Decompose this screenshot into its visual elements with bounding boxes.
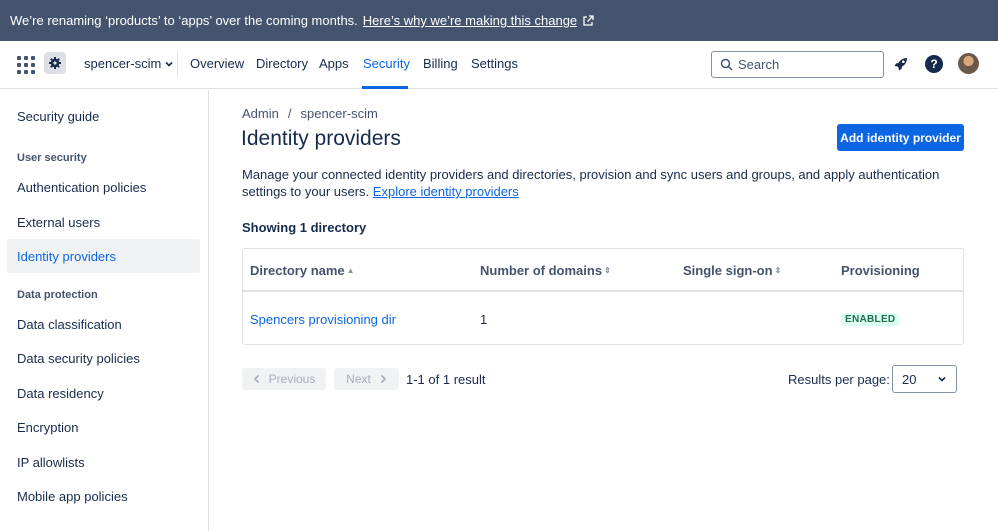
column-header-directory-name[interactable]: Directory name ▲ xyxy=(250,263,355,278)
chevron-left-icon xyxy=(253,374,259,384)
main-content: Admin / spencer-scim Identity providers … xyxy=(210,90,998,531)
sidebar-item-data-security-policies[interactable]: Data security policies xyxy=(7,341,200,375)
breadcrumb-org[interactable]: spencer-scim xyxy=(300,106,377,121)
sidebar-item-data-classification[interactable]: Data classification xyxy=(7,307,200,341)
sidebar-heading-data-protection: Data protection xyxy=(17,289,98,301)
description-text: Manage your connected identity providers… xyxy=(242,167,940,199)
column-header-provisioning: Provisioning xyxy=(841,263,920,278)
search-box[interactable] xyxy=(711,51,884,78)
result-count-heading: Showing 1 directory xyxy=(242,220,367,235)
search-icon xyxy=(720,58,733,71)
sidebar-item-security-guide[interactable]: Security guide xyxy=(7,99,200,133)
next-label: Next xyxy=(346,372,371,386)
explore-identity-providers-link[interactable]: Explore identity providers xyxy=(373,184,519,199)
column-header-single-sign-on[interactable]: Single sign-on ⇕ xyxy=(683,263,781,278)
breadcrumb-admin[interactable]: Admin xyxy=(242,106,279,121)
sidebar-item-authentication-policies[interactable]: Authentication policies xyxy=(7,170,200,204)
column-header-label: Number of domains xyxy=(480,263,603,278)
app-switcher-icon[interactable] xyxy=(17,56,35,74)
results-per-page-label: Results per page: xyxy=(788,372,890,387)
status-badge: ENABLED xyxy=(841,313,900,326)
search-input[interactable] xyxy=(738,57,868,72)
add-identity-provider-button[interactable]: Add identity provider xyxy=(837,124,964,151)
column-header-number-of-domains[interactable]: Number of domains ⇕ xyxy=(480,263,611,278)
sidebar-item-identity-providers[interactable]: Identity providers xyxy=(7,239,200,273)
active-tab-indicator xyxy=(362,86,408,89)
announcement-banner: We’re renaming ‘products’ to ‘apps’ over… xyxy=(0,0,998,41)
sidebar-item-data-residency[interactable]: Data residency xyxy=(7,376,200,410)
results-per-page-value: 20 xyxy=(902,371,917,387)
pagination-result-text: 1-1 of 1 result xyxy=(406,372,486,387)
sidebar-heading-user-security: User security xyxy=(17,152,87,164)
breadcrumb-separator: / xyxy=(287,106,292,121)
avatar[interactable] xyxy=(958,53,979,74)
org-name: spencer-scim xyxy=(84,56,162,71)
tab-security[interactable]: Security xyxy=(363,56,410,71)
previous-label: Previous xyxy=(268,372,316,386)
sidebar: Security guide User security Authenticat… xyxy=(0,90,209,531)
sort-icon: ⇕ xyxy=(774,266,782,275)
tab-billing[interactable]: Billing xyxy=(423,56,458,71)
top-navigation: spencer-scim Overview Directory Apps Sec… xyxy=(0,41,998,89)
page-title: Identity providers xyxy=(241,127,401,150)
sidebar-item-ip-allowlists[interactable]: IP allowlists xyxy=(7,445,200,479)
org-switcher[interactable]: spencer-scim xyxy=(84,56,174,71)
breadcrumb: Admin / spencer-scim xyxy=(242,106,378,121)
next-page-button[interactable]: Next xyxy=(334,368,399,390)
previous-page-button[interactable]: Previous xyxy=(242,368,326,390)
page-description: Manage your connected identity providers… xyxy=(242,166,942,200)
help-icon[interactable]: ? xyxy=(925,55,943,73)
chevron-right-icon xyxy=(380,374,386,384)
column-header-label: Directory name xyxy=(250,263,345,278)
tab-overview[interactable]: Overview xyxy=(190,56,244,71)
sort-icon: ⇕ xyxy=(604,266,611,275)
table-header-row: Directory name ▲ Number of domains ⇕ Sin… xyxy=(243,249,963,292)
notifications-rocket-icon[interactable] xyxy=(892,55,910,73)
directory-table: Directory name ▲ Number of domains ⇕ Sin… xyxy=(242,248,964,345)
number-of-domains-cell: 1 xyxy=(480,312,488,327)
tab-settings[interactable]: Settings xyxy=(471,56,518,71)
column-header-label: Provisioning xyxy=(841,263,920,278)
tab-apps[interactable]: Apps xyxy=(319,56,349,71)
directory-name-link[interactable]: Spencers provisioning dir xyxy=(250,312,396,327)
sidebar-item-external-users[interactable]: External users xyxy=(7,205,200,239)
column-header-label: Single sign-on xyxy=(683,263,773,278)
settings-gear-icon[interactable] xyxy=(44,52,66,74)
sidebar-item-mobile-app-policies[interactable]: Mobile app policies xyxy=(7,479,200,513)
banner-text: We’re renaming ‘products’ to ‘apps’ over… xyxy=(10,13,358,28)
banner-link[interactable]: Here’s why we’re making this change xyxy=(363,13,577,28)
chevron-down-icon xyxy=(165,61,173,67)
sidebar-item-encryption[interactable]: Encryption xyxy=(7,410,200,444)
chevron-down-icon xyxy=(938,376,946,382)
sort-ascending-icon: ▲ xyxy=(346,266,355,275)
tab-directory[interactable]: Directory xyxy=(256,56,308,71)
nav-divider xyxy=(177,51,178,77)
results-per-page-select[interactable]: 20 xyxy=(892,365,957,393)
external-link-icon xyxy=(582,14,594,27)
